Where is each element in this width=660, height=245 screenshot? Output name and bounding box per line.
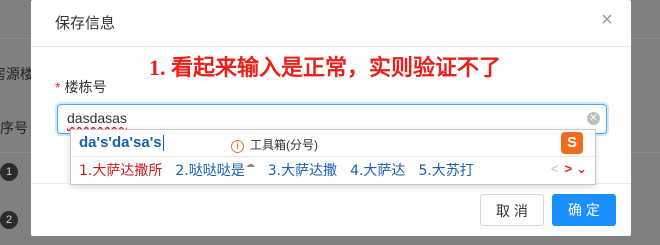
required-mark: * (55, 79, 61, 95)
save-info-modal: 保存信息 × 1. 看起来输入是正常，实则验证不了 * 楼栋号 dasdasas … (31, 0, 631, 236)
annotation-text: 1. 看起来输入是正常，实则验证不了 (149, 55, 502, 80)
background-label-source: 房源楼 (0, 66, 34, 82)
background-row-number: 2 (0, 211, 18, 229)
chevron-right-icon[interactable]: > (565, 161, 573, 176)
ime-pinyin-composition: da's'da'sa's (79, 134, 164, 152)
sogou-logo-icon: S (561, 132, 583, 154)
ime-candidate-popup: da's'da'sa's i 工具箱(分号) S 1.大萨达撒所 2.哒哒哒是☁ 3.… (70, 129, 596, 185)
ime-candidate[interactable]: 3.大萨达撒 (268, 160, 337, 180)
ime-toolbox-hint-text: 工具箱(分号) (250, 138, 318, 152)
ime-caret (162, 135, 164, 152)
ime-candidate-list: 1.大萨达撒所 2.哒哒哒是☁ 3.大萨达撒 4.大萨达 5.大苏打 (79, 160, 487, 180)
ime-candidate[interactable]: 1.大萨达撒所 (79, 160, 162, 180)
cloud-icon: ☁ (245, 160, 255, 170)
ime-page-nav: < > ⌄ (551, 161, 587, 177)
cancel-button[interactable]: 取 消 (480, 194, 544, 226)
ime-candidate[interactable]: 5.大苏打 (418, 160, 473, 180)
building-number-label: * 楼栋号 (55, 77, 106, 97)
background-row-number: 1 (0, 163, 18, 181)
ime-divider (71, 156, 595, 157)
info-icon: i (231, 140, 244, 153)
ime-candidate[interactable]: 4.大萨达 (350, 160, 405, 180)
ime-pinyin-text: da's'da'sa's (79, 134, 162, 151)
background-label-seq: 序号 (0, 120, 28, 136)
modal-header-divider (31, 46, 631, 47)
building-number-label-text: 楼栋号 (64, 79, 107, 95)
ime-toolbox-hint[interactable]: i 工具箱(分号) (231, 136, 318, 153)
modal-title: 保存信息 (55, 15, 116, 32)
ok-button[interactable]: 确 定 (552, 194, 616, 226)
close-icon[interactable]: × (597, 10, 617, 30)
ime-candidate[interactable]: 2.哒哒哒是☁ (175, 160, 254, 180)
chevron-left-icon[interactable]: < (551, 161, 559, 176)
clear-icon[interactable]: ✕ (587, 112, 600, 125)
ime-candidate-text: 2.哒哒哒是 (175, 163, 245, 179)
chevron-down-icon[interactable]: ⌄ (576, 161, 587, 176)
building-number-value: dasdasas (67, 110, 127, 126)
